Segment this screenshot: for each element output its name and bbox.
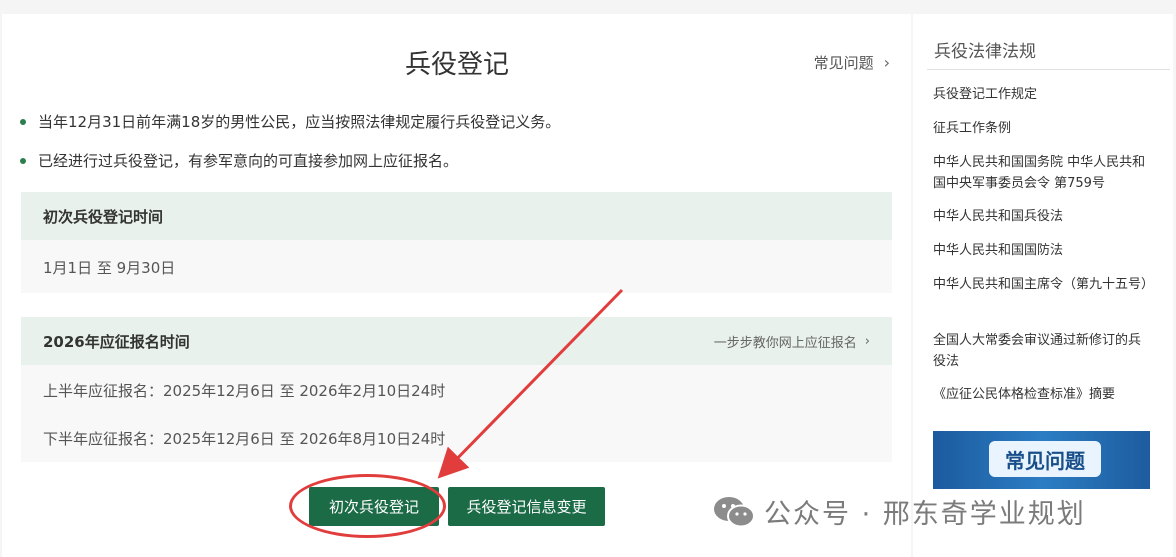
sidebar-link[interactable]: 《应征公民体格检查标准》摘要: [933, 384, 1151, 405]
sidebar-link[interactable]: 全国人大常委会审议通过新修订的兵役法: [933, 330, 1151, 372]
page-root: 兵役登记 常见问题 › 当年12月31日前年满18岁的男性公民，应当按照法律规定…: [0, 0, 1176, 557]
faq-banner[interactable]: 常见问题: [933, 431, 1150, 489]
watermark-text: 公众号 · 邢东奇学业规划: [764, 499, 1086, 530]
sidebar-link[interactable]: 中华人民共和国主席令（第九十五号）: [933, 274, 1154, 295]
sidebar-link[interactable]: 中华人民共和国国务院 中华人民共和国中央军事委员会令 第759号: [933, 152, 1151, 194]
sidebar-title: 兵役法律法规: [934, 42, 1036, 62]
sidebar-link[interactable]: 中华人民共和国兵役法: [933, 206, 1151, 227]
faq-banner-label: 常见问题: [989, 441, 1101, 477]
sidebar-link[interactable]: 中华人民共和国国防法: [933, 240, 1151, 261]
wechat-icon: [714, 496, 755, 527]
sidebar-divider: [927, 69, 1170, 70]
sidebar-link[interactable]: 征兵工作条例: [933, 118, 1151, 139]
watermark: 公众号 · 邢东奇学业规划: [712, 492, 1086, 531]
arrow-line: [437, 288, 624, 479]
sidebar-link[interactable]: 兵役登记工作规定: [933, 84, 1151, 105]
